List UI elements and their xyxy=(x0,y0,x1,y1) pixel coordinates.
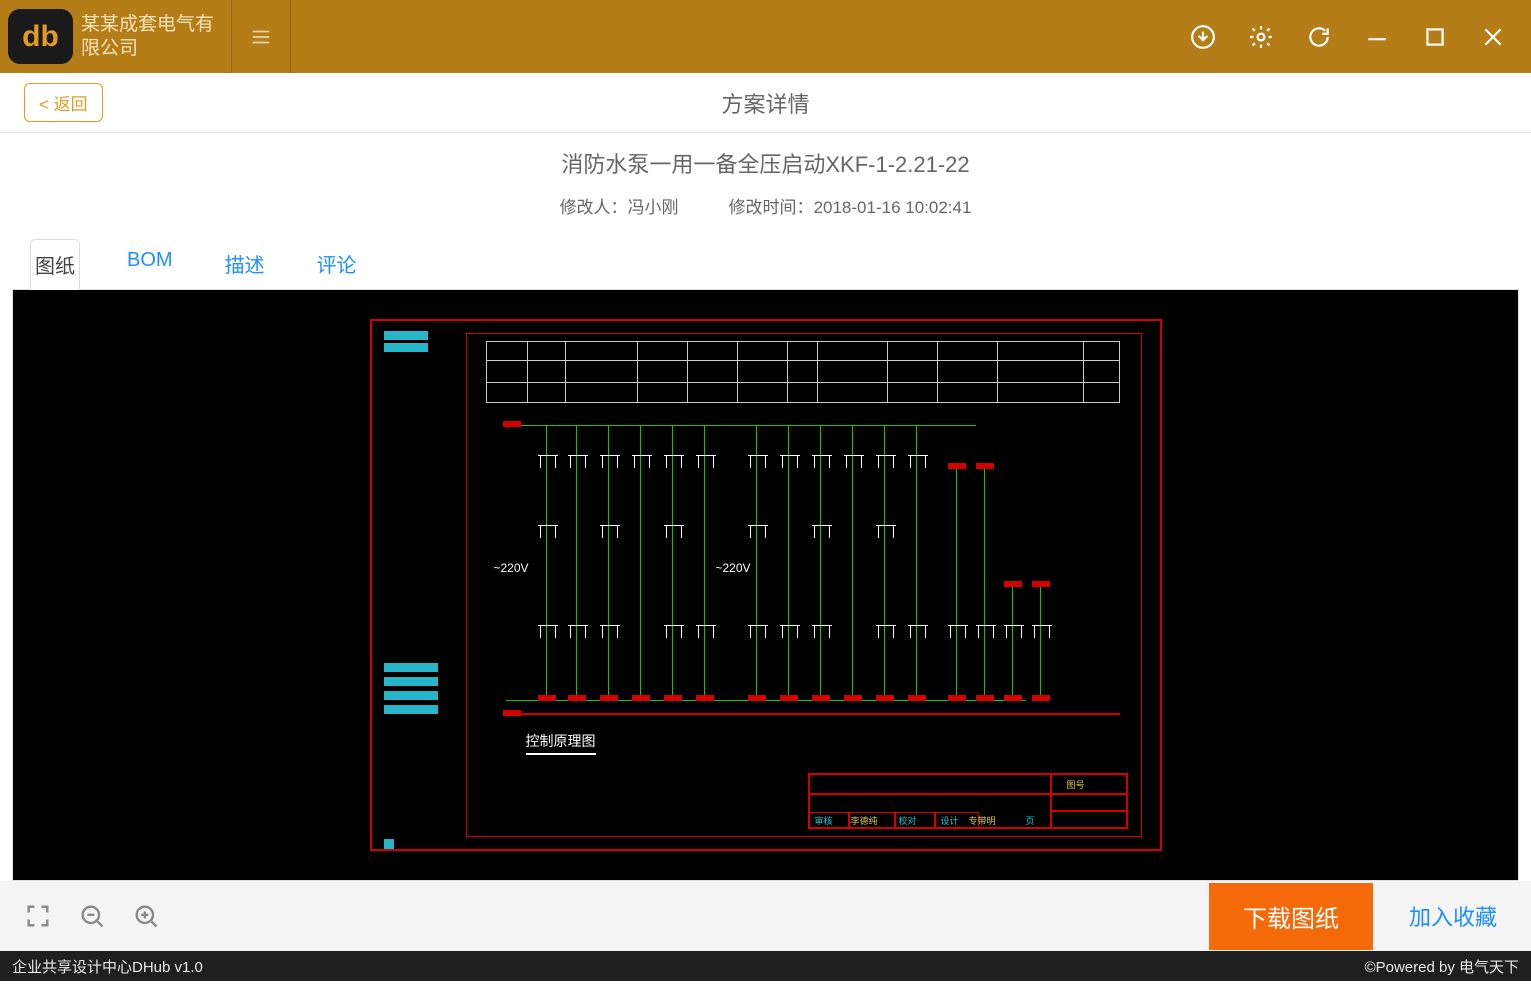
titlebar: db 某某成套电气有限公司 xyxy=(0,0,1531,73)
add-favorite-link[interactable]: 加入收藏 xyxy=(1399,900,1507,932)
footer-left: 企业共享设计中心DHub v1.0 xyxy=(12,956,203,977)
zoom-in-icon[interactable] xyxy=(132,902,160,930)
logo-glyph: db xyxy=(22,20,59,54)
company-name: 某某成套电气有限公司 xyxy=(81,13,231,61)
tab-desc[interactable]: 描述 xyxy=(220,238,270,289)
refresh-icon[interactable] xyxy=(1305,23,1333,51)
tab-bom[interactable]: BOM xyxy=(122,238,178,289)
fullscreen-icon[interactable] xyxy=(24,902,52,930)
tab-comments[interactable]: 评论 xyxy=(312,238,362,289)
plan-modifier: 修改人：冯小刚 xyxy=(560,193,679,218)
menu-toggle[interactable] xyxy=(231,0,291,73)
footer: 企业共享设计中心DHub v1.0 ©Powered by 电气天下 xyxy=(0,951,1531,981)
download-drawing-button[interactable]: 下载图纸 xyxy=(1209,883,1373,950)
tabs: 图纸 BOM 描述 评论 xyxy=(0,238,1531,289)
maximize-icon[interactable] xyxy=(1421,23,1449,51)
plan-meta: 修改人：冯小刚 修改时间：2018-01-16 10:02:41 xyxy=(0,193,1531,218)
voltage-label-left: ~220V xyxy=(494,561,529,575)
tab-drawing[interactable]: 图纸 xyxy=(30,239,80,290)
action-bar: 下载图纸 加入收藏 xyxy=(0,881,1531,951)
gear-icon[interactable] xyxy=(1247,23,1275,51)
close-icon[interactable] xyxy=(1479,23,1507,51)
download-icon[interactable] xyxy=(1189,23,1217,51)
drawing-panel: ~220V ~220V 控制原理图 审核 李德纯 校对 设计 专带明 页 xyxy=(12,289,1519,881)
footer-right: ©Powered by 电气天下 xyxy=(1365,956,1519,977)
back-button[interactable]: < 返回 xyxy=(24,83,103,122)
minimize-icon[interactable] xyxy=(1363,23,1391,51)
zoom-out-icon[interactable] xyxy=(78,902,106,930)
app-logo: db xyxy=(8,9,73,64)
cad-schematic: ~220V ~220V 控制原理图 审核 李德纯 校对 设计 专带明 页 xyxy=(356,305,1176,865)
page-header-row: < 返回 方案详情 xyxy=(0,73,1531,133)
voltage-label-right: ~220V xyxy=(716,561,751,575)
plan-title: 消防水泵一用一备全压启动XKF-1-2.21-22 xyxy=(0,147,1531,179)
plan-modtime: 修改时间：2018-01-16 10:02:41 xyxy=(729,193,972,218)
plan-header: 消防水泵一用一备全压启动XKF-1-2.21-22 修改人：冯小刚 修改时间：2… xyxy=(0,133,1531,226)
window-controls xyxy=(1189,23,1521,51)
page-title: 方案详情 xyxy=(0,87,1531,119)
schematic-title: 控制原理图 xyxy=(526,731,596,755)
drawing-viewport[interactable]: ~220V ~220V 控制原理图 审核 李德纯 校对 设计 专带明 页 xyxy=(13,290,1518,880)
